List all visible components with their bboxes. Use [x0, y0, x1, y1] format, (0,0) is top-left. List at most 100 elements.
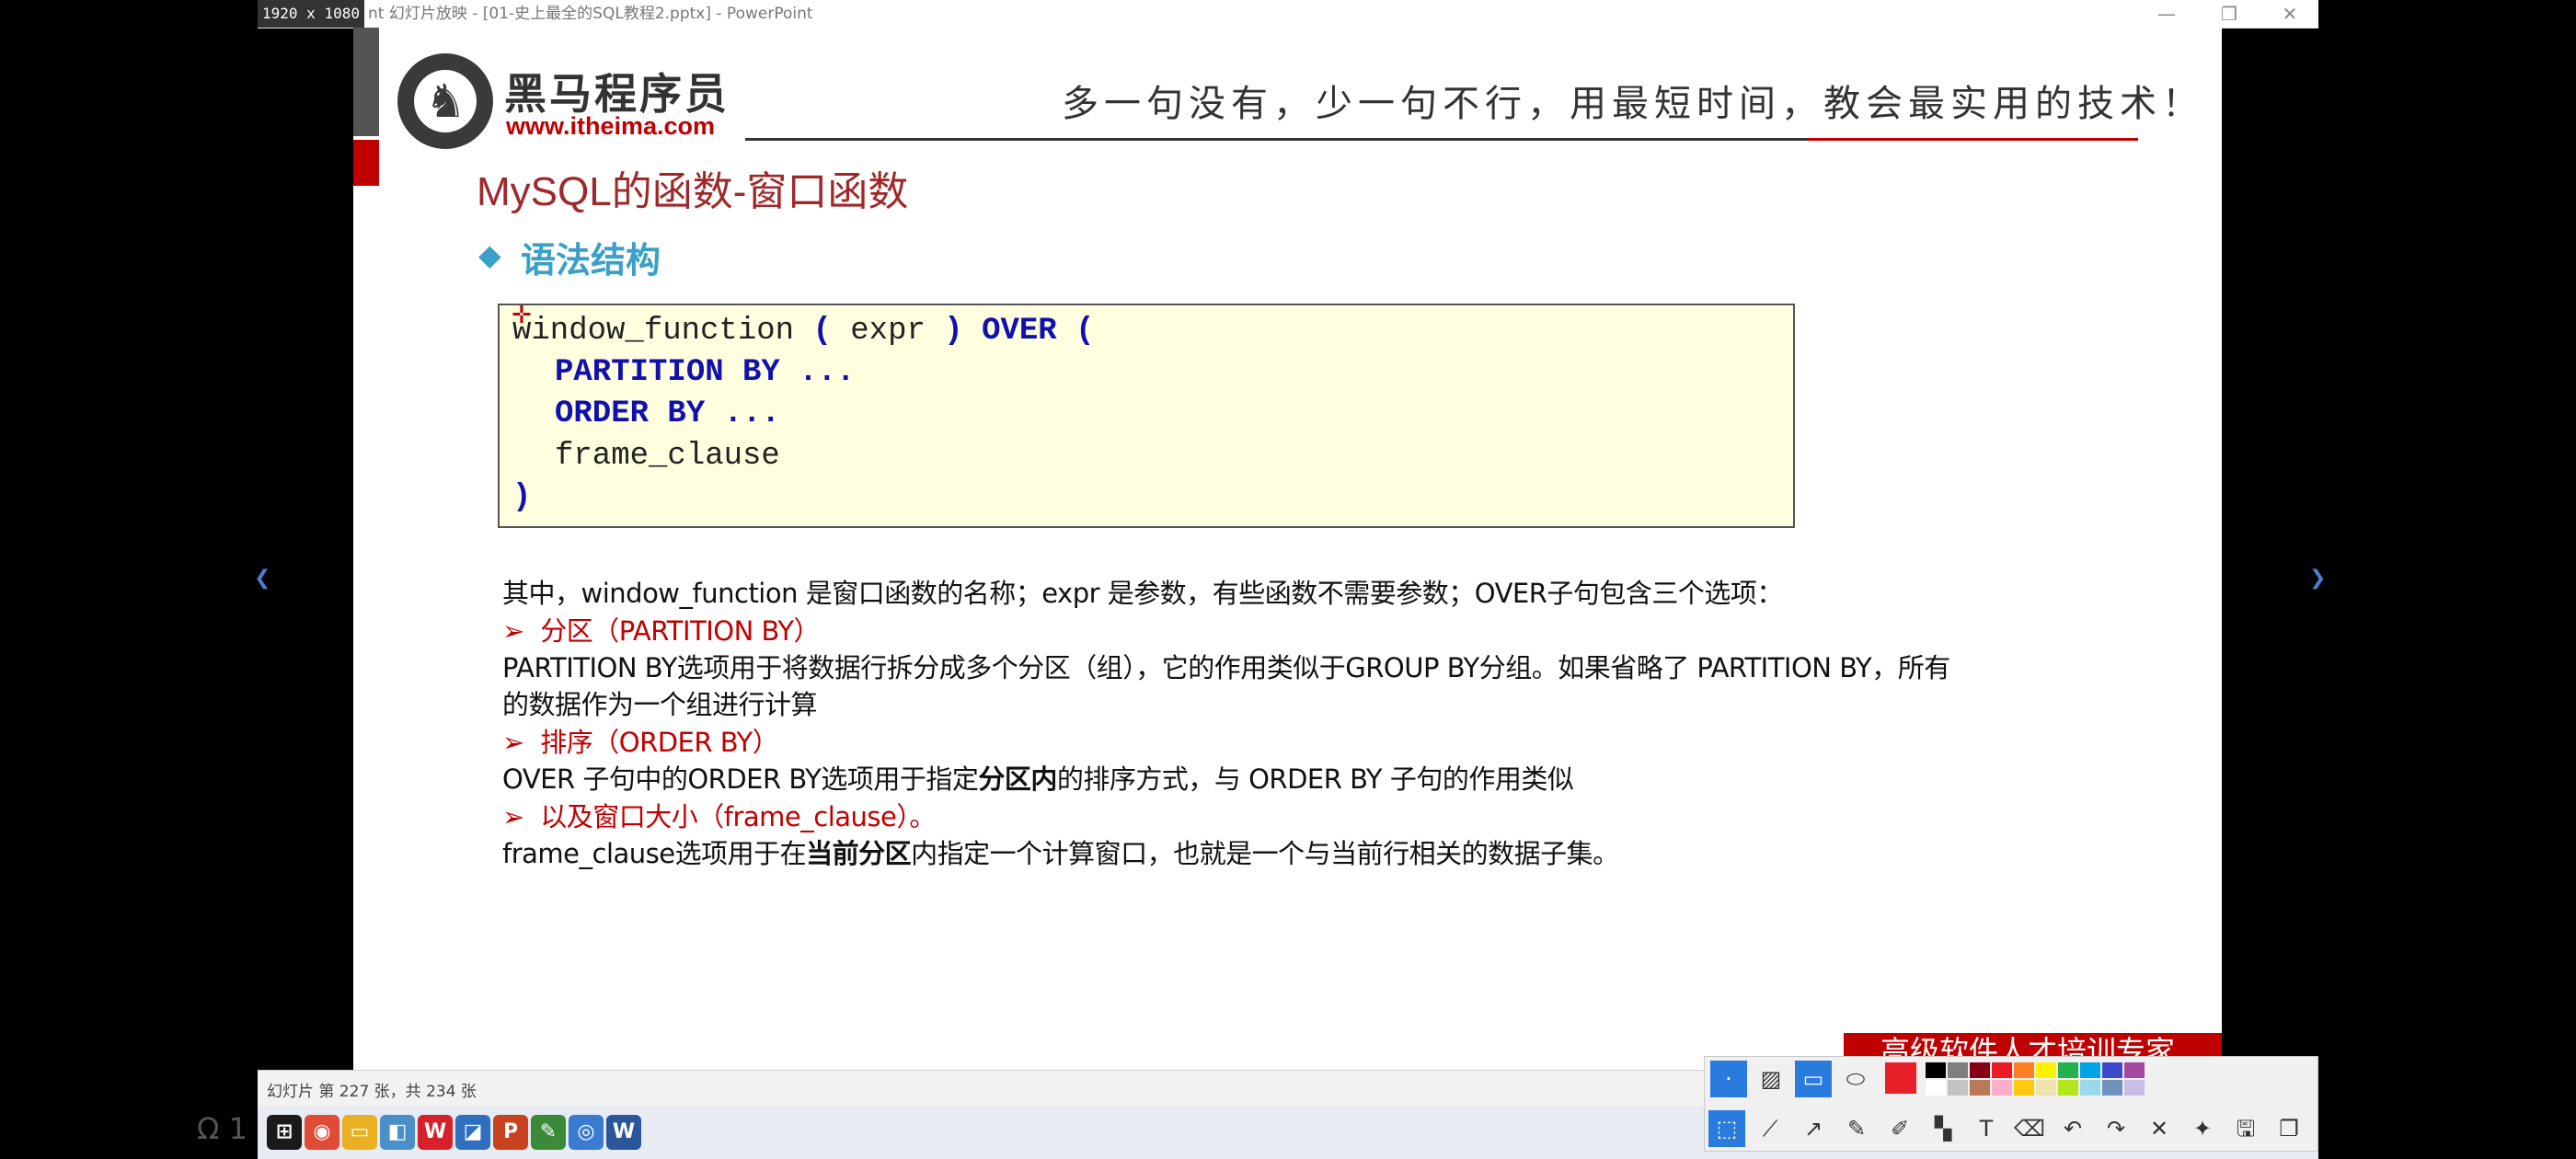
text-tool-icon[interactable]: T	[1968, 1110, 2005, 1147]
sub-heading-frame: 以及窗口大小（frame_clause）。	[540, 801, 936, 832]
code-order: ORDER BY	[555, 396, 706, 431]
palette-swatch[interactable]	[2058, 1080, 2078, 1096]
header-rule-accent	[1807, 138, 2138, 141]
desc-frame-bold: 当前分区	[806, 838, 912, 869]
palette-swatch[interactable]	[1970, 1080, 1990, 1096]
mosaic-tool-icon[interactable]: ▚	[1925, 1110, 1961, 1147]
ellipse-tool-icon[interactable]: ⬭	[1837, 1061, 1874, 1097]
sub-heading-order: 排序（ORDER BY）	[540, 727, 779, 758]
current-color-swatch[interactable]	[1885, 1062, 1916, 1094]
pencil-tool-icon[interactable]: ✎	[1838, 1110, 1875, 1147]
taskbar-browser-2-icon[interactable]: ◎	[569, 1115, 604, 1150]
arrow-bullet-icon: ➢	[502, 615, 524, 647]
palette-swatch[interactable]	[1926, 1080, 1946, 1096]
resolution-badge: 1920 x 1080	[258, 0, 364, 28]
code-line-1: window_function ( expr ) OVER (	[512, 311, 1095, 352]
decor-bar-gray	[353, 28, 379, 136]
rectangle-tool-icon[interactable]: ▭	[1795, 1061, 1832, 1097]
marker-tool-icon[interactable]: ✐	[1881, 1110, 1918, 1147]
taskbar-chrome-icon[interactable]: ◉	[305, 1115, 339, 1150]
palette-swatch[interactable]	[1970, 1062, 1990, 1078]
palette-swatch[interactable]	[1948, 1062, 1968, 1078]
dot-tool-icon[interactable]: ·	[1710, 1061, 1747, 1097]
slogan: 多一句没有，少一句不行，用最短时间，教会最实用的技术！	[1062, 83, 2204, 125]
palette-swatch[interactable]	[2036, 1062, 2056, 1078]
desc-sub-order: ➢ 排序（ORDER BY）	[502, 721, 779, 760]
palette-swatch[interactable]	[2102, 1062, 2122, 1078]
decor-bar-red	[353, 140, 379, 186]
taskbar-notes-icon[interactable]: ◧	[380, 1115, 415, 1150]
code-line-4: frame_clause	[555, 439, 780, 474]
palette-swatch[interactable]	[2080, 1062, 2100, 1078]
desc-sub-frame: ➢ 以及窗口大小（frame_clause）。	[502, 796, 936, 834]
palette-swatch[interactable]	[2014, 1062, 2034, 1078]
taskbar-powerpoint-icon[interactable]: P	[493, 1115, 528, 1150]
eraser-tool-icon[interactable]: ⌫	[2011, 1110, 2048, 1147]
taskbar-file-explorer-icon[interactable]: ▭	[342, 1115, 377, 1150]
close-tool-icon[interactable]: ✕	[2141, 1110, 2178, 1147]
code-line-5: )	[512, 480, 532, 515]
next-slide-arrow-icon[interactable]: ❯	[2309, 567, 2326, 590]
desc-order: OVER 子句中的ORDER BY选项用于指定分区内的排序方式，与 ORDER …	[502, 758, 1574, 797]
palette-swatch[interactable]	[2124, 1080, 2145, 1096]
taskbar-word-icon[interactable]: W	[606, 1115, 641, 1150]
redo-tool-icon[interactable]: ↷	[2098, 1110, 2134, 1147]
header-rule	[745, 138, 1849, 141]
arrow-bullet-icon: ➢	[502, 727, 524, 758]
desc-partition-line2: 的数据作为一个组进行计算	[502, 689, 818, 720]
code-expr: expr	[831, 314, 945, 349]
desc-frame-a: frame_clause选项用于在	[502, 838, 807, 869]
slide-counter: 幻灯片 第 227 张，共 234 张	[267, 1083, 477, 1101]
code-block: ✛ window_function ( expr ) OVER ( PARTIT…	[498, 302, 1795, 528]
section-heading: 语法结构	[521, 240, 661, 281]
code-partition: PARTITION BY	[555, 355, 780, 390]
code-line-3: ORDER BY ...	[555, 394, 780, 435]
palette-swatch[interactable]	[1992, 1062, 2012, 1078]
diamond-bullet-icon: ◆	[478, 237, 501, 272]
copy-tool-icon[interactable]: ❐	[2271, 1110, 2307, 1147]
palette-swatch[interactable]	[1992, 1080, 2012, 1096]
slide: ♞ 黑马程序员 www.itheima.com 多一句没有，少一句不行，用最短时…	[353, 28, 2222, 1070]
undo-tool-icon[interactable]: ↶	[2054, 1110, 2091, 1147]
taskbar-snipaste-icon[interactable]: ◪	[455, 1115, 490, 1150]
taskbar-start-icon[interactable]: ⊞	[267, 1115, 302, 1150]
palette-swatch[interactable]	[1926, 1062, 1946, 1078]
pin-tool-icon[interactable]: ✦	[2184, 1110, 2221, 1147]
desc-frame-b: 内指定一个计算窗口，也就是一个与当前行相关的数据子集。	[911, 838, 1619, 869]
palette-swatch[interactable]	[1948, 1080, 1968, 1096]
line-tool-icon[interactable]: ⟋	[1752, 1110, 1788, 1147]
close-button[interactable]: ✕	[2267, 0, 2313, 28]
desc-frame: frame_clause选项用于在当前分区内指定一个计算窗口，也就是一个与当前行…	[502, 832, 1619, 871]
select-tool-icon[interactable]: ⬚	[1708, 1110, 1745, 1147]
logo-horse-glyph: ♞	[425, 75, 466, 128]
palette-swatch[interactable]	[2080, 1080, 2100, 1096]
code-func: window_function	[512, 314, 813, 349]
slide-title: MySQL的函数-窗口函数	[477, 169, 909, 214]
code-over-open: (	[1075, 314, 1095, 349]
desc-order-b: 的排序方式，与 ORDER BY 子句的作用类似	[1056, 763, 1574, 795]
taskbar-wps-icon[interactable]: W	[418, 1115, 453, 1150]
save-tool-icon[interactable]: 🖫	[2227, 1110, 2264, 1147]
code-paren-open: (	[812, 314, 832, 349]
minimize-button[interactable]: —	[2144, 0, 2190, 28]
arrow-bullet-icon: ➢	[502, 801, 524, 832]
palette-swatch[interactable]	[2102, 1080, 2122, 1096]
code-dots: ...	[779, 355, 856, 390]
code-line-2: PARTITION BY ...	[555, 352, 855, 394]
taskbar-image-editor-icon[interactable]: ✎	[531, 1115, 566, 1150]
code-over: OVER	[962, 314, 1076, 349]
desc-intro: 其中，window_function 是窗口函数的名称；expr 是参数，有些函…	[502, 578, 1783, 609]
palette-swatch[interactable]	[2036, 1080, 2056, 1096]
palette-swatch[interactable]	[2058, 1062, 2078, 1078]
restore-button[interactable]: ❐	[2206, 0, 2252, 28]
previous-slide-arrow-icon[interactable]: ❮	[254, 567, 270, 590]
palette-swatch[interactable]	[2124, 1062, 2145, 1078]
desc-sub-partition: ➢ 分区（PARTITION BY）	[502, 610, 821, 648]
hatch-tool-icon[interactable]: ▨	[1753, 1061, 1789, 1097]
desc-order-bold: 分区内	[978, 763, 1057, 795]
code-dots: ...	[705, 396, 780, 431]
arrow-tool-icon[interactable]: ↗	[1795, 1110, 1832, 1147]
annotation-toolbar: · ▨ ▭ ⬭ ⬚ ⟋ ↗ ✎ ✐ ▚ T ⌫ ↶ ↷ ✕ ✦ 🖫 ❐	[1704, 1056, 2318, 1152]
desc-partition-line1: PARTITION BY选项用于将数据行拆分成多个分区（组），它的作用类似于GR…	[502, 652, 1950, 683]
palette-swatch[interactable]	[2014, 1080, 2034, 1096]
